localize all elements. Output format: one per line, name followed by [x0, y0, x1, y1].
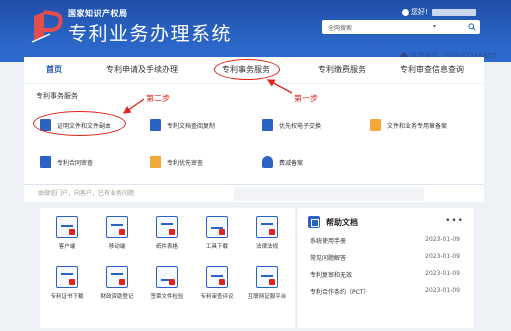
nav-fee-service[interactable]: 专利缴费服务: [318, 64, 366, 75]
contract-icon: [40, 156, 51, 168]
help-item[interactable]: 系统使用手册 2023-01-09: [310, 236, 460, 245]
certificate-icon: [56, 266, 78, 288]
info-strip-pill: [234, 187, 424, 201]
file-search-icon: [150, 119, 161, 131]
info-strip: 由微信门户，向客户，已有业务问题: [24, 184, 484, 202]
highlight-ellipse-service: [33, 111, 126, 136]
nav-home[interactable]: 首页: [46, 64, 62, 75]
mobile-icon: [106, 216, 128, 238]
search-icon: [468, 23, 476, 31]
tools-icon: [206, 216, 228, 238]
quick-laws[interactable]: 法律法规: [244, 216, 290, 250]
search-bar: 全网搜索 ▾: [322, 20, 480, 34]
user-name-redacted: [431, 8, 476, 16]
system-title: 专利业务办理系统: [68, 23, 233, 45]
service-seal-filing[interactable]: 文件和业务专用章备案: [370, 119, 447, 131]
service-fee-reduction[interactable]: 费减备案: [262, 156, 303, 168]
download-icon: [156, 216, 178, 238]
service-contract-review[interactable]: 专利合同审查: [40, 156, 93, 168]
quick-internet-platform[interactable]: 互联网证服平台: [244, 266, 290, 300]
info-strip-text: 由微信门户，向客户，已有业务问题: [38, 190, 135, 197]
book-icon: [308, 216, 320, 228]
signature-icon: [156, 266, 178, 288]
search-button[interactable]: [464, 20, 480, 34]
service-priority-exam[interactable]: 专利优先审查: [150, 156, 203, 168]
platform-icon: [256, 266, 278, 288]
law-icon: [256, 216, 278, 238]
quick-tools[interactable]: 工具下载: [194, 216, 240, 250]
user-greeting[interactable]: 您好!: [402, 7, 476, 17]
help-item[interactable]: 专利复审和无效 2023-01-09: [310, 270, 460, 279]
calendar-icon: [106, 266, 128, 288]
cnipa-logo: [31, 10, 63, 43]
code-icon: [56, 216, 78, 238]
help-item[interactable]: 常见问题解答 2023-01-09: [310, 253, 460, 262]
quick-actions-panel: 客户端 移动端 纸件表格 工具下载 法律法规 专利证书下载 财政资助登记 签章文…: [40, 208, 295, 328]
exchange-icon: [262, 119, 273, 131]
priority-icon: [150, 156, 161, 168]
quick-signature-check[interactable]: 签章文件检验: [144, 266, 190, 300]
more-icon[interactable]: •••: [445, 216, 464, 226]
quick-client[interactable]: 客户端: [44, 216, 90, 250]
nav-application[interactable]: 专利申请及手续办理: [106, 64, 178, 75]
shield-icon: [262, 156, 273, 168]
help-docs-panel: 帮助文档 ••• 系统使用手册 2023-01-09 常见问题解答 2023-0…: [298, 208, 474, 328]
org-name: 国家知识产权局: [68, 9, 128, 18]
nav-examination-query[interactable]: 专利审查信息查询: [400, 64, 464, 75]
panel-title: 专利事务服务: [36, 92, 78, 100]
annotation-step2: 第二步: [146, 94, 170, 103]
review-icon: [206, 266, 228, 288]
quick-certificate-download[interactable]: 专利证书下载: [44, 266, 90, 300]
service-priority-exchange[interactable]: 优先权电子交换: [262, 119, 321, 131]
help-item[interactable]: 专利合作条约（PCT） 2023-01-09: [310, 287, 460, 296]
quick-exam-review[interactable]: 专利审查评议: [194, 266, 240, 300]
seal-icon: [370, 119, 381, 131]
service-file-review-copy[interactable]: 专利文档查阅复制: [150, 119, 215, 131]
highlight-ellipse-nav: [214, 59, 280, 80]
search-input[interactable]: [442, 20, 464, 34]
help-header: 帮助文档: [308, 216, 358, 228]
quick-mobile[interactable]: 移动端: [94, 216, 140, 250]
quick-funding-register[interactable]: 财政资助登记: [94, 266, 140, 300]
help-title: 帮助文档: [326, 217, 358, 227]
chevron-down-icon: ▾: [432, 23, 436, 30]
user-icon: [402, 8, 409, 16]
annotation-step1: 第一步: [294, 94, 318, 103]
quick-paper-forms[interactable]: 纸件表格: [144, 216, 190, 250]
search-scope-select[interactable]: 全网搜索 ▾: [322, 20, 442, 34]
